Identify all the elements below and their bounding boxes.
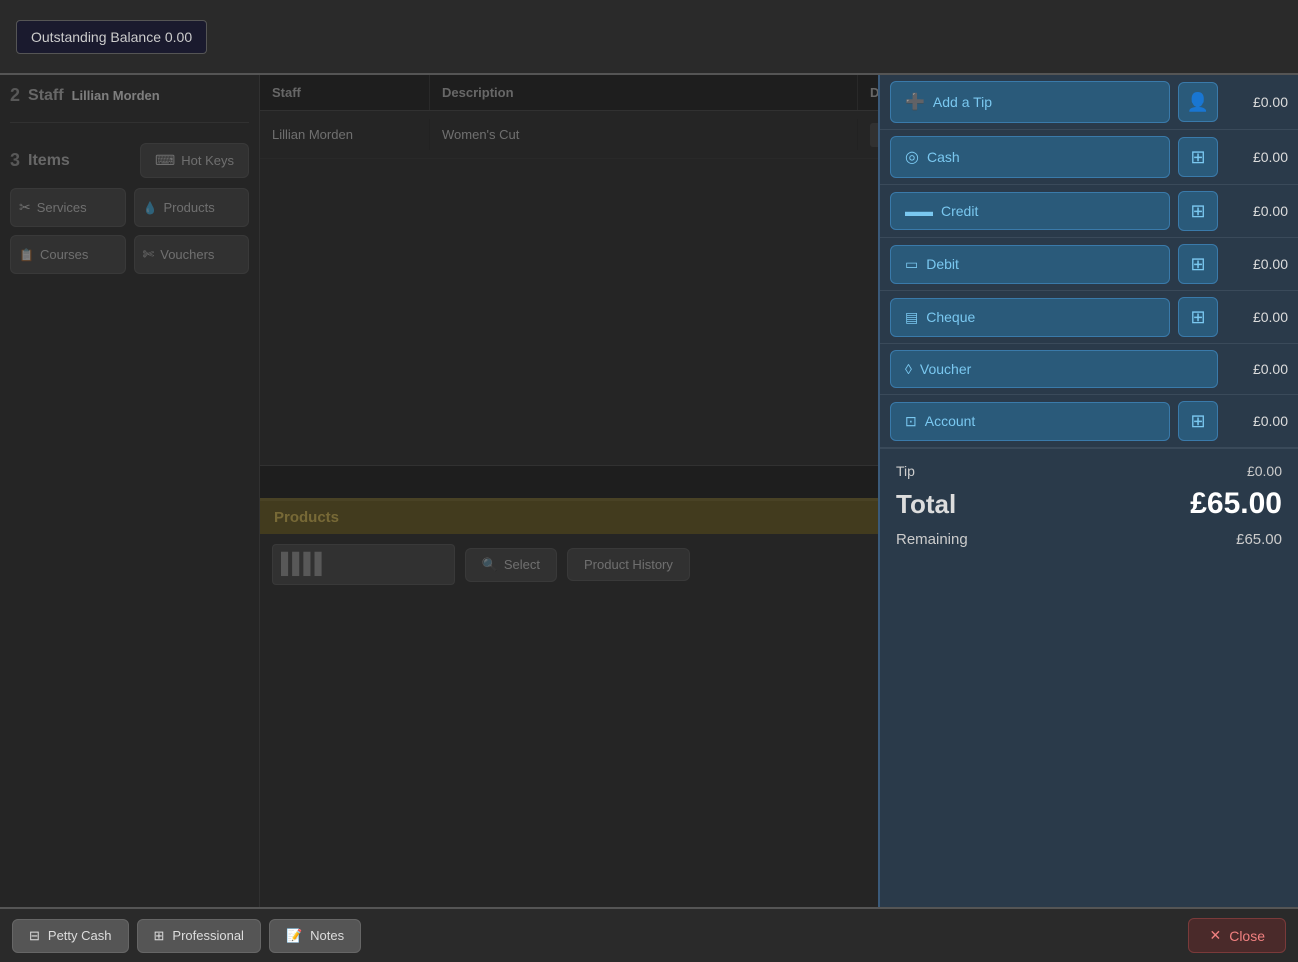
outstanding-balance: Outstanding Balance 0.00	[16, 20, 207, 54]
voucher-row: ◊ Voucher £0.00	[880, 344, 1298, 395]
category-grid: Services Products Courses Vouchers	[10, 188, 249, 274]
tip-calc-button[interactable]: 👤	[1178, 82, 1218, 122]
cash-calc-button[interactable]: ⊞	[1178, 137, 1218, 177]
cheque-calc-icon: ⊞	[1190, 307, 1205, 328]
tip-total-row: Tip £0.00	[896, 463, 1282, 479]
total-value: £65.00	[1190, 487, 1282, 521]
notes-button[interactable]: 📝 Notes	[269, 919, 361, 953]
account-calc-button[interactable]: ⊞	[1178, 401, 1218, 441]
staff-label: Staff	[28, 87, 64, 105]
bottom-bar: ⊟ Petty Cash ⊞ Professional 📝 Notes ✕ Cl…	[0, 907, 1298, 962]
account-button[interactable]: ⊡ Account	[890, 402, 1170, 441]
bottom-left-buttons: ⊟ Petty Cash ⊞ Professional 📝 Notes	[12, 919, 361, 953]
account-calc-icon: ⊞	[1190, 411, 1205, 432]
cheque-calc-button[interactable]: ⊞	[1178, 297, 1218, 337]
petty-cash-icon: ⊟	[29, 928, 40, 944]
items-section: 3 Items Hot Keys Services Products	[10, 143, 249, 274]
barcode-area: ▌▌▌▌	[272, 544, 455, 585]
account-amount: £0.00	[1228, 413, 1288, 429]
tip-calc-icon: 👤	[1187, 92, 1209, 113]
petty-cash-button[interactable]: ⊟ Petty Cash	[12, 919, 129, 953]
cheque-amount: £0.00	[1228, 309, 1288, 325]
credit-button[interactable]: ▬▬ Credit	[890, 192, 1170, 230]
credit-icon: ▬▬	[905, 203, 933, 219]
items-number: 3	[10, 150, 20, 171]
professional-button[interactable]: ⊞ Professional	[137, 919, 261, 953]
totals-section: Tip £0.00 Total £65.00 Remaining £65.00	[880, 448, 1298, 562]
th-staff: Staff	[260, 75, 430, 110]
debit-row: ▭ Debit ⊞ £0.00	[880, 238, 1298, 291]
product-history-button[interactable]: Product History	[567, 548, 690, 581]
account-row: ⊡ Account ⊞ £0.00	[880, 395, 1298, 448]
courses-icon	[19, 247, 34, 262]
cheque-button[interactable]: ▤ Cheque	[890, 298, 1170, 337]
barcode-icon: ▌▌▌▌	[281, 553, 326, 576]
items-header-row: 3 Items Hot Keys	[10, 143, 249, 178]
payment-panel: ➕ Add a Tip 👤 £0.00 ◎ Cash ⊞ £0.00 ▬▬ Cr…	[878, 75, 1298, 907]
vouchers-button[interactable]: Vouchers	[134, 235, 250, 274]
account-icon: ⊡	[905, 413, 917, 430]
tip-icon: ➕	[905, 92, 925, 112]
credit-calc-icon: ⊞	[1190, 201, 1205, 222]
th-description: Description	[430, 75, 858, 110]
cheque-icon: ▤	[905, 309, 918, 326]
close-button[interactable]: ✕ Close	[1188, 918, 1286, 953]
cheque-row: ▤ Cheque ⊞ £0.00	[880, 291, 1298, 344]
credit-calc-button[interactable]: ⊞	[1178, 191, 1218, 231]
total-label: Total	[896, 489, 956, 520]
close-icon: ✕	[1209, 927, 1221, 944]
add-tip-button[interactable]: ➕ Add a Tip	[890, 81, 1170, 123]
hotkeys-icon	[155, 152, 175, 169]
tip-amount: £0.00	[1228, 94, 1288, 110]
credit-amount: £0.00	[1228, 203, 1288, 219]
services-button[interactable]: Services	[10, 188, 126, 227]
total-row: Total £65.00	[896, 487, 1282, 521]
td-staff-name: Lillian Morden	[260, 119, 430, 150]
debit-button[interactable]: ▭ Debit	[890, 245, 1170, 284]
debit-icon: ▭	[905, 256, 918, 273]
hot-keys-button[interactable]: Hot Keys	[140, 143, 249, 178]
products-icon	[143, 200, 158, 215]
staff-name: Lillian Morden	[72, 88, 160, 103]
courses-button[interactable]: Courses	[10, 235, 126, 274]
top-bar: Outstanding Balance 0.00	[0, 0, 1298, 75]
voucher-icon: ◊	[905, 361, 912, 377]
credit-row: ▬▬ Credit ⊞ £0.00	[880, 185, 1298, 238]
cash-calc-icon: ⊞	[1190, 147, 1205, 168]
cash-button[interactable]: ◎ Cash	[890, 136, 1170, 178]
cash-amount: £0.00	[1228, 149, 1288, 165]
debit-amount: £0.00	[1228, 256, 1288, 272]
staff-number: 2	[10, 85, 20, 106]
left-panel: 2 Staff Lillian Morden 3 Items Hot Keys …	[0, 75, 260, 907]
items-label: Items	[28, 152, 70, 170]
add-tip-row: ➕ Add a Tip 👤 £0.00	[880, 75, 1298, 130]
cash-row: ◎ Cash ⊞ £0.00	[880, 130, 1298, 185]
staff-section: 2 Staff Lillian Morden	[10, 85, 249, 123]
cash-icon: ◎	[905, 147, 919, 167]
td-description: Women's Cut	[430, 119, 858, 150]
vouchers-icon	[143, 246, 155, 263]
remaining-row: Remaining £65.00	[896, 531, 1282, 548]
services-icon	[19, 199, 31, 216]
debit-calc-button[interactable]: ⊞	[1178, 244, 1218, 284]
debit-calc-icon: ⊞	[1190, 254, 1205, 275]
voucher-amount: £0.00	[1228, 361, 1288, 377]
select-button[interactable]: 🔍 Select	[465, 548, 557, 582]
notes-icon: 📝	[286, 928, 302, 944]
search-icon: 🔍	[482, 557, 498, 573]
voucher-button[interactable]: ◊ Voucher	[890, 350, 1218, 388]
professional-icon: ⊞	[154, 928, 165, 944]
products-button[interactable]: Products	[134, 188, 250, 227]
barcode-input[interactable]	[326, 549, 446, 580]
